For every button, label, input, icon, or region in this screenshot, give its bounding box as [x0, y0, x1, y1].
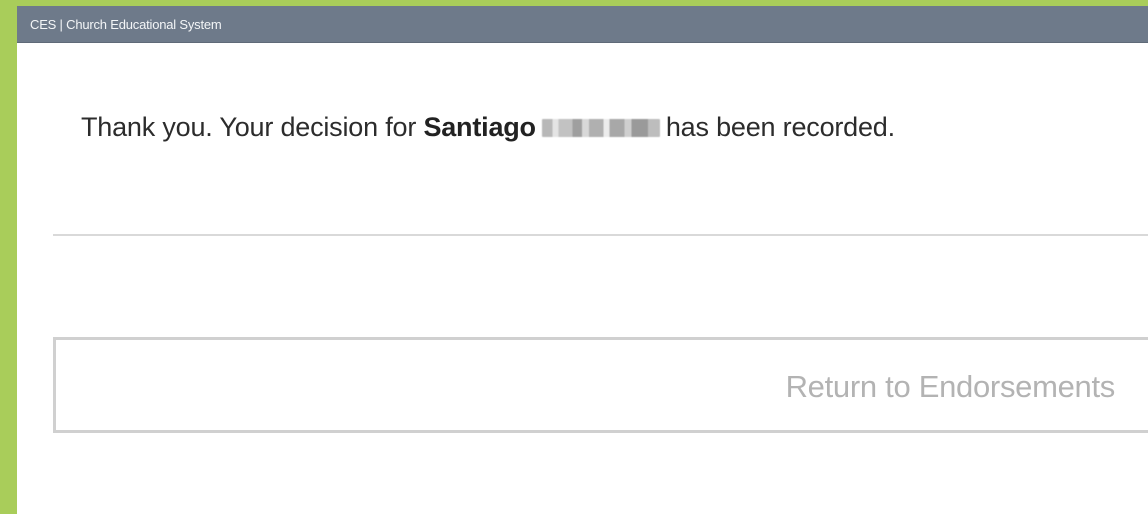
confirmation-suffix: has been recorded.: [665, 112, 895, 142]
confirmation-message: Thank you. Your decision for Santiago has…: [81, 112, 895, 143]
outer-frame: CES | Church Educational System Thank yo…: [0, 0, 1148, 514]
title-bar: CES | Church Educational System: [17, 6, 1148, 42]
window-title: CES | Church Educational System: [30, 17, 222, 32]
redacted-last-name: [541, 119, 660, 137]
divider: [53, 234, 1148, 236]
confirmation-prefix: Thank you. Your decision for: [81, 112, 417, 142]
app-window: CES | Church Educational System Thank yo…: [17, 6, 1148, 514]
return-button-label: Return to Endorsements: [785, 369, 1116, 404]
return-to-endorsements-button[interactable]: Return to Endorsements: [53, 337, 1148, 433]
student-first-name: Santiago: [423, 112, 536, 142]
